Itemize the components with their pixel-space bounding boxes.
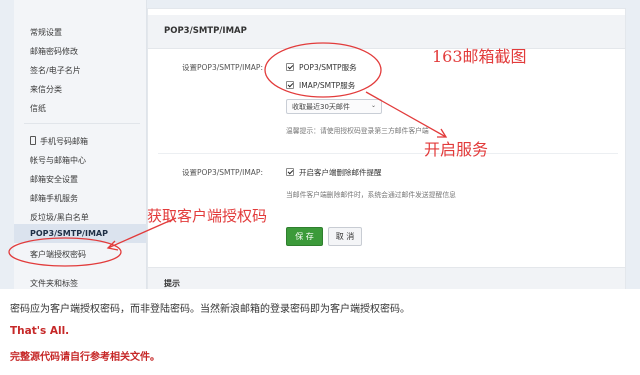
open-service-arrow bbox=[365, 91, 447, 138]
checkbox-highlight-ellipse bbox=[264, 42, 382, 98]
caption-source-note: 完整源代码请自行参考相关文件。 bbox=[10, 352, 160, 363]
screenshot: 常规设置 邮箱密码修改 签名/电子名片 来信分类 信纸 手机号码邮箱 帐号与邮箱… bbox=[0, 0, 640, 289]
sidebar-highlight-ellipse bbox=[8, 237, 122, 267]
get-code-note: 获取客户端授权码 bbox=[147, 207, 268, 225]
caption-thats-all: That's All. bbox=[10, 325, 70, 337]
open-service-note: 开启服务 bbox=[424, 140, 489, 159]
annotation-overlay bbox=[8, 42, 448, 267]
caption-password-note: 密码应为客户端授权密码，而非登陆密码。当然新浪邮箱的登录密码即为客户端授权密码。 bbox=[10, 304, 410, 315]
screenshot-note: 163邮箱截图 bbox=[432, 47, 527, 66]
